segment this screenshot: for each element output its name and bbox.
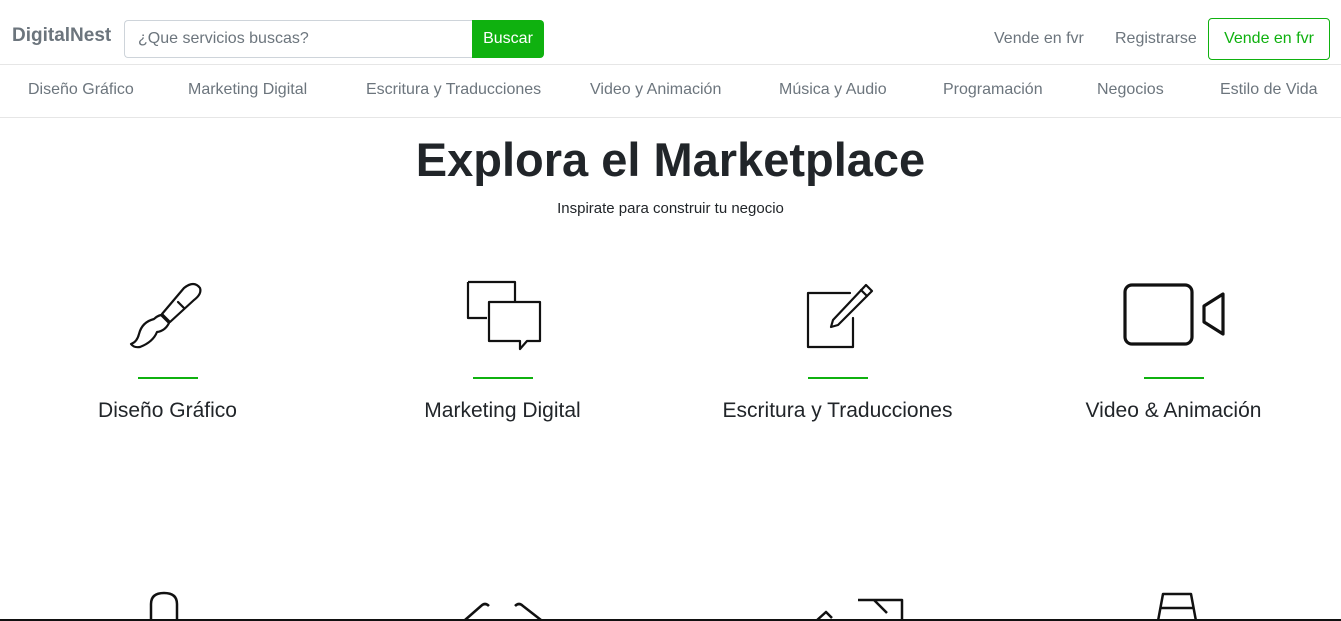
top-navbar: DigitalNest Buscar Vende en fvr Registra… bbox=[0, 0, 1341, 65]
sell-button[interactable]: Vende en fvr bbox=[1208, 18, 1330, 60]
tile-graphic-design[interactable]: Diseño Gráfico bbox=[0, 276, 335, 436]
page-subtitle: Inspirate para construir tu negocio bbox=[557, 200, 784, 217]
category-video-animation[interactable]: Video y Animación bbox=[590, 81, 721, 99]
category-digital-marketing[interactable]: Marketing Digital bbox=[188, 81, 307, 99]
tile-digital-marketing[interactable]: Marketing Digital bbox=[335, 276, 670, 436]
tile-label: Escritura y Traducciones bbox=[722, 399, 953, 422]
category-lifestyle[interactable]: Estilo de Vida bbox=[1220, 81, 1318, 99]
divider bbox=[137, 377, 198, 379]
category-graphic-design[interactable]: Diseño Gráfico bbox=[28, 81, 134, 99]
tile-label: Video & Animación bbox=[1085, 399, 1262, 422]
category-writing-translation[interactable]: Escritura y Traducciones bbox=[366, 81, 541, 99]
category-menu: Diseño Gráfico Marketing Digital Escritu… bbox=[0, 65, 1341, 118]
divider bbox=[807, 377, 868, 379]
page-title: Explora el Marketplace bbox=[415, 133, 926, 186]
tile-writing-translation[interactable]: Escritura y Traducciones bbox=[670, 276, 1005, 436]
tile-label: Marketing Digital bbox=[424, 399, 581, 422]
category-programming[interactable]: Programación bbox=[943, 81, 1043, 99]
divider bbox=[472, 377, 533, 379]
video-camera-icon bbox=[1122, 283, 1225, 346]
chat-bubbles-icon bbox=[466, 280, 541, 351]
paintbrush-icon bbox=[129, 282, 201, 349]
tile-video-animation[interactable]: Video & Animación bbox=[1006, 276, 1341, 436]
category-music-audio[interactable]: Música y Audio bbox=[779, 81, 887, 99]
growth-arrow-icon bbox=[815, 598, 904, 621]
search-input[interactable] bbox=[124, 20, 474, 58]
search-button[interactable]: Buscar bbox=[472, 20, 544, 58]
code-brackets-icon bbox=[464, 602, 542, 621]
divider bbox=[1143, 377, 1204, 379]
category-business[interactable]: Negocios bbox=[1097, 81, 1164, 99]
brand-logo[interactable]: DigitalNest bbox=[12, 25, 111, 47]
register-link[interactable]: Registrarse bbox=[1115, 30, 1197, 48]
edit-pencil-icon bbox=[806, 283, 873, 349]
tile-label: Diseño Gráfico bbox=[98, 399, 237, 422]
lifestyle-icon bbox=[1156, 592, 1198, 621]
microphone-icon bbox=[149, 591, 179, 620]
sell-link[interactable]: Vende en fvr bbox=[994, 30, 1084, 48]
